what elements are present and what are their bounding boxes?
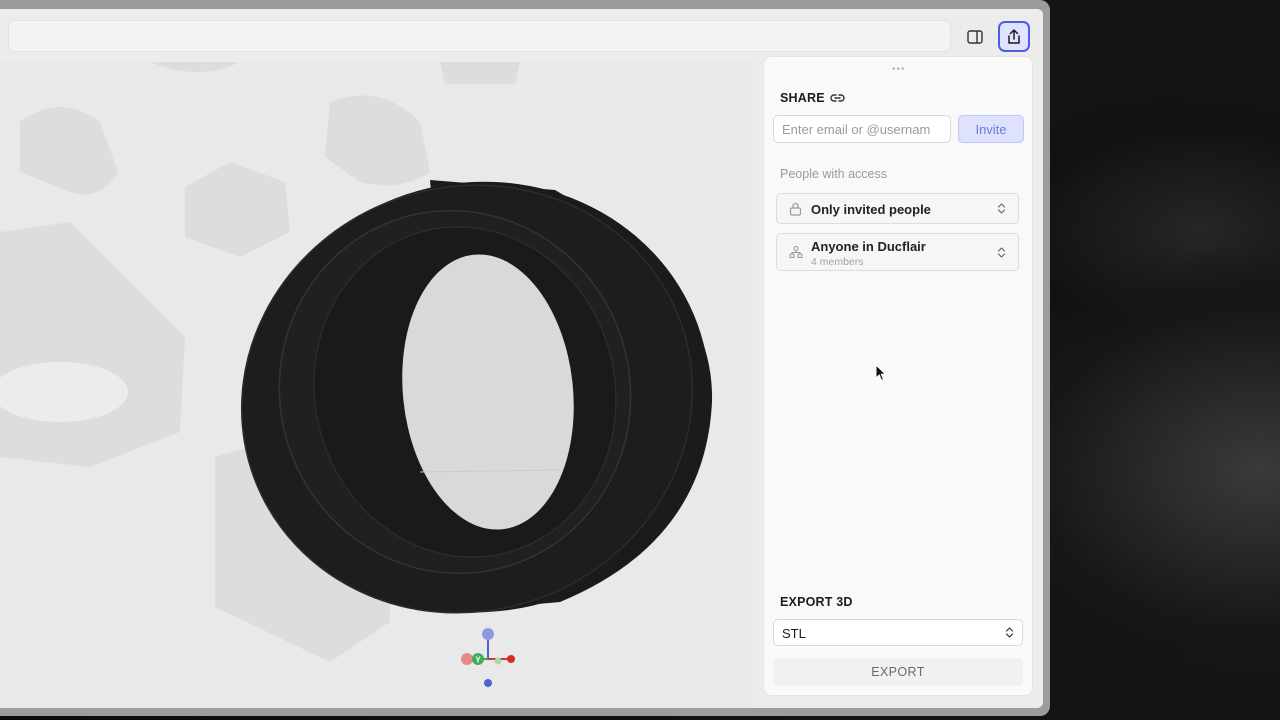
access-option-organization[interactable]: Anyone in Ducflair 4 members bbox=[776, 233, 1019, 271]
export-format-value: STL bbox=[782, 626, 806, 641]
access-option-label: Anyone in Ducflair bbox=[811, 239, 926, 254]
x-axis-handle[interactable] bbox=[507, 655, 515, 663]
lock-icon bbox=[789, 202, 802, 216]
neg-z-axis-handle[interactable] bbox=[484, 679, 492, 687]
invite-button[interactable]: Invite bbox=[958, 115, 1024, 143]
scene: Y bbox=[0, 62, 713, 687]
share-title: SHARE bbox=[780, 91, 825, 105]
3d-viewport[interactable]: Y bbox=[0, 62, 753, 708]
team-icon bbox=[789, 245, 803, 259]
share-upload-icon bbox=[1008, 29, 1020, 44]
share-button[interactable] bbox=[998, 21, 1030, 52]
member-count: 4 members bbox=[811, 256, 864, 268]
z-axis-handle[interactable] bbox=[482, 628, 494, 640]
y-axis-label: Y bbox=[475, 656, 481, 665]
drag-handle[interactable]: ••• bbox=[892, 65, 906, 75]
chevron-updown-icon bbox=[997, 203, 1006, 214]
share-panel: ••• SHARE Invite People with access Only… bbox=[763, 56, 1033, 696]
neg-x-axis-handle[interactable] bbox=[461, 653, 473, 665]
axis-gizmo[interactable]: Y bbox=[461, 628, 515, 687]
export-format-select[interactable]: STL bbox=[773, 619, 1023, 646]
search-bar[interactable] bbox=[8, 20, 951, 52]
access-option-label: Only invited people bbox=[811, 202, 931, 217]
mouse-cursor-icon bbox=[875, 364, 887, 382]
chevron-updown-icon bbox=[997, 247, 1006, 258]
access-option-invited[interactable]: Only invited people bbox=[776, 193, 1019, 224]
link-icon[interactable] bbox=[830, 92, 845, 104]
chevron-updown-icon bbox=[1005, 627, 1014, 638]
people-access-label: People with access bbox=[780, 167, 888, 181]
export-button[interactable]: EXPORT bbox=[773, 658, 1023, 686]
sidebar-panel-icon[interactable] bbox=[962, 24, 988, 50]
invite-email-input[interactable] bbox=[773, 115, 951, 143]
neg-y-axis-handle[interactable] bbox=[494, 657, 502, 665]
export-title: EXPORT 3D bbox=[780, 595, 853, 609]
